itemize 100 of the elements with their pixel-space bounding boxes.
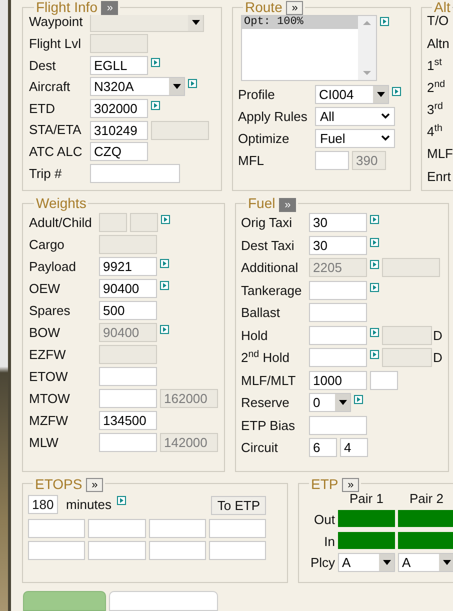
arrow-box-icon[interactable] [160, 258, 169, 268]
arrow-box-icon[interactable] [151, 58, 160, 67]
expand-button[interactable]: » [101, 1, 118, 16]
arrow-box-icon[interactable] [370, 350, 379, 360]
field-label: MLW [29, 434, 60, 452]
field-label: MFL [238, 152, 265, 170]
dropdown-field[interactable]: 0 [309, 393, 351, 412]
field-label: Spares [29, 302, 72, 320]
column-header: Pair 2 [408, 490, 444, 508]
input-field[interactable] [315, 150, 349, 170]
input-field[interactable]: 90400 [99, 278, 157, 298]
arrow-box-icon[interactable] [370, 282, 379, 292]
arrow-box-icon[interactable] [392, 86, 401, 96]
panel-title: ETOPS [35, 476, 82, 492]
arrow-box-icon[interactable] [370, 260, 379, 270]
input-field[interactable] [99, 388, 157, 408]
field-label: STA/ETA [29, 121, 82, 140]
input-field[interactable]: 180 [28, 495, 58, 514]
input-field[interactable]: 30 [309, 236, 367, 255]
arrow-box-icon[interactable] [116, 496, 126, 505]
panel-title: Weights [36, 196, 86, 212]
arrow-box-icon[interactable] [188, 79, 197, 88]
field-label: Payload [29, 258, 77, 276]
arrow-box-icon[interactable] [370, 238, 379, 247]
row-label: Plcy [309, 554, 335, 572]
input-field[interactable] [309, 416, 367, 435]
input-field[interactable] [370, 370, 398, 390]
dropdown-field[interactable]: A [338, 553, 395, 572]
field-label: Profile [238, 86, 276, 104]
field-label: Apply Rules [238, 108, 308, 126]
input-field[interactable]: 1000 [309, 370, 367, 390]
input-field[interactable]: 4 [340, 438, 368, 458]
arrow-box-icon[interactable] [151, 100, 160, 110]
result-field[interactable] [208, 518, 266, 538]
expand-button[interactable]: » [279, 198, 296, 212]
field-label: T/O [427, 12, 449, 30]
arrow-box-icon[interactable] [161, 214, 170, 224]
arrow-box-icon[interactable] [370, 215, 379, 224]
caret-icon [192, 20, 200, 25]
input-field[interactable]: 9921 [99, 256, 157, 276]
field-label: ETOW [29, 368, 69, 386]
route-text-area[interactable]: Opt: 100% [241, 15, 377, 82]
dropdown-field[interactable]: CI004 [315, 84, 389, 104]
result-field[interactable] [148, 540, 206, 560]
arrow-box-icon[interactable] [160, 324, 169, 334]
result-field[interactable] [28, 518, 86, 538]
arrow-box-icon[interactable] [354, 395, 363, 404]
input-field[interactable] [309, 280, 367, 300]
panel-title: Route [245, 1, 282, 15]
panel-title: Alt [434, 1, 450, 15]
caret-icon [338, 400, 346, 406]
arrow-box-icon[interactable] [380, 17, 389, 26]
expand-button[interactable]: » [342, 478, 360, 492]
field-label: Tankerage [241, 282, 303, 300]
expand-button[interactable]: » [286, 1, 304, 16]
field-label: MLF [427, 145, 453, 164]
select-field[interactable]: All [315, 106, 395, 126]
arrow-box-icon[interactable] [370, 328, 379, 337]
result-field[interactable] [28, 540, 86, 560]
input-field[interactable]: EGLL [90, 56, 148, 75]
caret-icon [442, 560, 450, 566]
field-label: MZFW [29, 412, 69, 430]
result-field[interactable] [148, 518, 206, 538]
select-field[interactable]: Fuel [315, 128, 395, 148]
result-field[interactable] [88, 540, 146, 560]
input-field[interactable]: 302000 [90, 98, 148, 118]
field-label: Waypoint [29, 14, 84, 32]
input-field[interactable] [99, 432, 157, 452]
input-field[interactable]: 6 [309, 438, 337, 458]
chevron-icon [381, 113, 390, 120]
input-field[interactable] [309, 348, 367, 368]
field-label: 2$^{nd}$ Hold [241, 348, 290, 368]
tab[interactable] [23, 591, 106, 611]
result-field[interactable] [208, 540, 266, 560]
input-field[interactable]: 310249 [90, 120, 148, 140]
result-field[interactable] [88, 518, 146, 538]
input-field[interactable] [309, 326, 367, 345]
dropdown-field[interactable]: N320A [90, 77, 185, 96]
input-field[interactable] [99, 366, 157, 386]
field-label: ETD [29, 100, 56, 118]
input-field[interactable]: CZQ [90, 142, 148, 162]
chevron-icon [381, 135, 390, 142]
field-label: ATC ALC [29, 142, 84, 161]
caret-icon [382, 560, 390, 566]
input-field[interactable] [309, 303, 367, 322]
field-label: Altn [427, 34, 450, 53]
tab[interactable] [109, 591, 218, 611]
minutes-label: minutes [66, 496, 112, 514]
dropdown-field[interactable]: A [398, 553, 453, 572]
caret-icon [172, 84, 180, 90]
to-etp-button[interactable]: To ETP [211, 496, 266, 516]
row-label: Out [313, 511, 335, 530]
input-field[interactable]: 30 [309, 213, 367, 232]
expand-button[interactable]: » [86, 478, 104, 492]
scrollbar-icon[interactable] [358, 16, 376, 80]
input-field[interactable] [90, 164, 180, 183]
arrow-box-icon[interactable] [160, 280, 169, 290]
input-field[interactable]: 500 [99, 300, 157, 320]
input-field[interactable]: 134500 [99, 410, 157, 430]
field-label: Ballast [241, 304, 282, 322]
